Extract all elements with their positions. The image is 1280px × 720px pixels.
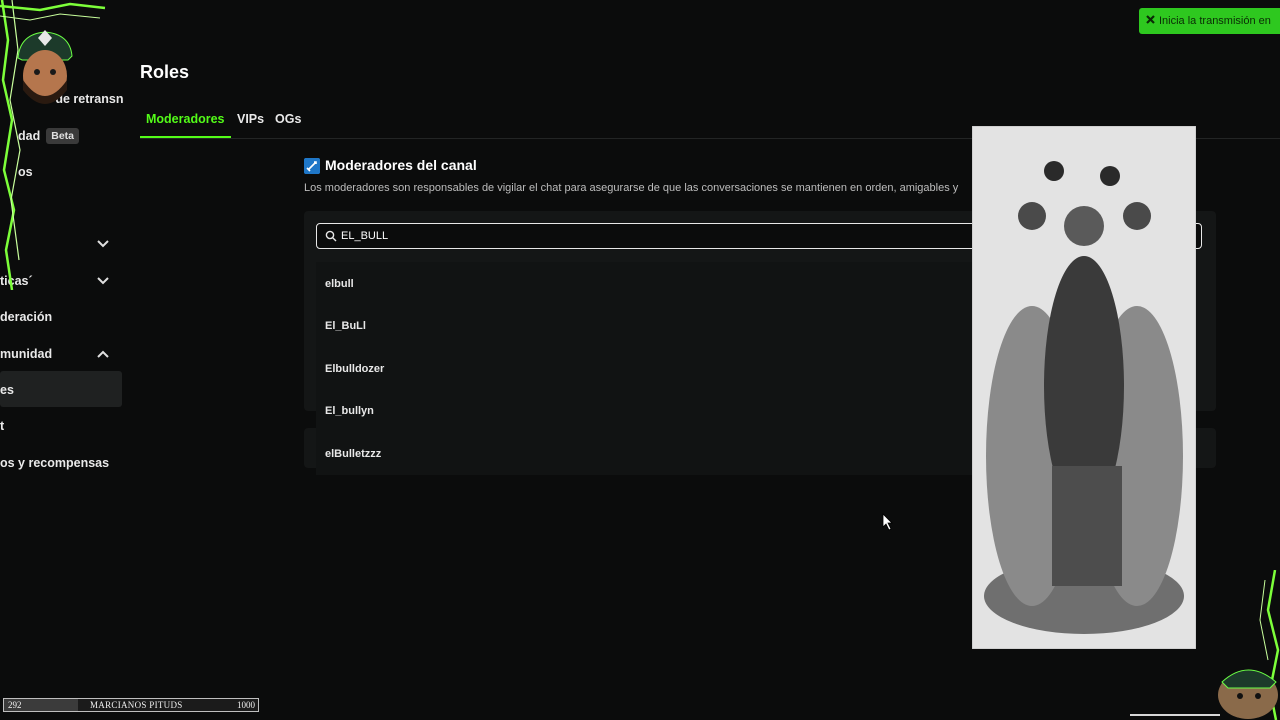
tab-ogs[interactable]: OGs xyxy=(275,112,301,126)
moderator-search-input[interactable] xyxy=(341,226,941,246)
toast-text: Inicia la transmisión en xyxy=(1159,15,1271,27)
suggestion-item[interactable]: El_BuLl xyxy=(325,320,366,332)
goal-current: 292 xyxy=(8,700,22,710)
mouse-cursor-icon xyxy=(882,513,893,531)
goal-target: 1000 xyxy=(237,700,255,710)
corner-mascot-overlay xyxy=(1130,570,1280,720)
sidebar-item-roles[interactable]: es xyxy=(0,383,14,397)
search-icon xyxy=(325,230,337,242)
suggestion-item[interactable]: Elbulldozer xyxy=(325,363,384,375)
suggestion-item[interactable]: El_bullyn xyxy=(325,405,374,417)
section-title: Moderadores del canal xyxy=(325,157,477,173)
page-title: Roles xyxy=(140,62,190,82)
chevron-up-icon[interactable] xyxy=(95,346,111,362)
suggestion-item[interactable]: elbull xyxy=(325,278,354,290)
sidebar-item-community[interactable]: munidad xyxy=(0,347,52,361)
goal-name: MARCIANOS PITUDS xyxy=(90,700,183,710)
suggestion-item[interactable]: elBulletzzz xyxy=(325,448,381,460)
sidebar-item-rewards[interactable]: os y recompensas xyxy=(0,456,109,470)
go-live-toast[interactable]: Inicia la transmisión en xyxy=(1139,8,1280,34)
streamer-avatar xyxy=(17,30,73,104)
sidebar-item-moderation[interactable]: deración xyxy=(0,310,52,324)
sword-icon xyxy=(304,158,320,174)
search-suggestions-dropdown: elbull El_BuLl Elbulldozer El_bullyn elB… xyxy=(316,262,972,475)
tab-moderadores[interactable]: Moderadores xyxy=(146,112,225,126)
section-description: Los moderadores son responsables de vigi… xyxy=(304,182,959,194)
follower-goal-bar: 292 MARCIANOS PITUDS 1000 xyxy=(3,698,259,712)
sidebar-active-highlight xyxy=(0,371,122,407)
close-icon[interactable] xyxy=(1145,14,1156,25)
sidebar-item-chat[interactable]: t xyxy=(0,419,4,433)
tab-vips[interactable]: VIPs xyxy=(237,112,264,126)
